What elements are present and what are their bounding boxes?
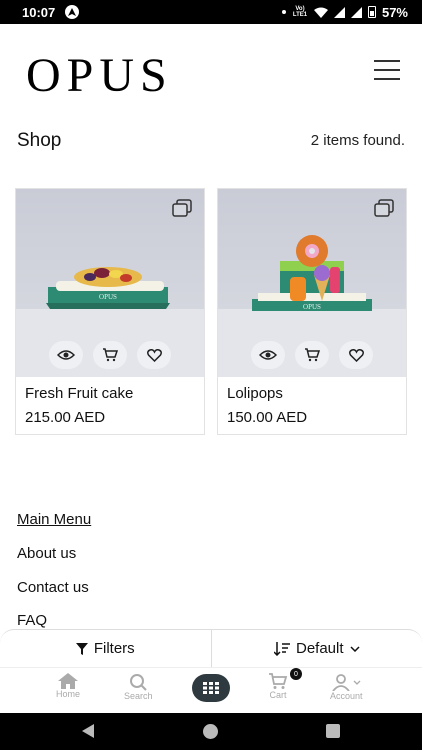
add-to-cart-button[interactable]: [93, 341, 127, 369]
nav-account[interactable]: Account: [330, 673, 363, 701]
filters-button[interactable]: Filters: [0, 630, 211, 667]
grid-icon: [203, 682, 219, 694]
cart-count-badge: 0: [290, 668, 302, 680]
volte-label: Vo) LTE1: [292, 6, 308, 18]
status-time: 10:07: [22, 4, 56, 20]
nav-account-label: Account: [330, 691, 363, 701]
nav-search[interactable]: Search: [124, 673, 153, 701]
back-icon[interactable]: [82, 724, 94, 738]
product-image[interactable]: OPUS: [16, 189, 204, 377]
eye-icon: [259, 350, 277, 360]
cart-icon: [103, 348, 118, 362]
signal-icon: [333, 6, 345, 18]
recent-apps-icon[interactable]: [326, 724, 340, 738]
sort-dropdown[interactable]: Default: [210, 630, 422, 667]
product-name[interactable]: Lolipops: [227, 385, 283, 402]
sort-icon: [273, 641, 290, 656]
signal-icon-2: [350, 6, 362, 18]
battery-percent: 57%: [381, 4, 408, 20]
heart-icon: [146, 348, 162, 362]
status-bar: 10:07 Vo) LTE1 57%: [0, 0, 422, 24]
main-menu-heading[interactable]: Main Menu: [17, 511, 91, 528]
filter-icon: [75, 642, 88, 655]
hamburger-icon[interactable]: [374, 60, 400, 80]
wishlist-button[interactable]: [137, 341, 171, 369]
product-price: 215.00 AED: [25, 409, 106, 426]
product-card[interactable]: OPUS Fresh Fruit cake 215.00 AED: [15, 188, 205, 435]
heart-icon: [348, 348, 364, 362]
eye-icon: [57, 350, 75, 360]
cart-icon: [305, 348, 320, 362]
chevron-down-icon: [349, 645, 360, 652]
compare-icon[interactable]: [172, 199, 192, 217]
nav-cart-label: Cart: [269, 690, 287, 700]
cart-icon: [269, 673, 288, 689]
dot-icon: [281, 10, 286, 14]
product-price: 150.00 AED: [227, 409, 308, 426]
menu-link-about[interactable]: About us: [17, 545, 76, 562]
menu-link-contact[interactable]: Contact us: [17, 579, 89, 596]
home-icon: [58, 673, 78, 689]
menu-link-faq[interactable]: FAQ: [17, 612, 47, 629]
quick-view-button[interactable]: [251, 341, 285, 369]
chevron-down-icon: [353, 680, 361, 685]
nav-search-label: Search: [124, 691, 153, 701]
search-icon: [130, 674, 147, 691]
box-label: OPUS: [303, 303, 321, 311]
box-label: OPUS: [99, 293, 117, 301]
nav-home-label: Home: [56, 689, 81, 699]
nav-cart[interactable]: 0 Cart: [268, 668, 302, 700]
wishlist-button[interactable]: [339, 341, 373, 369]
bottom-navigation: Home Search 0 Cart Account: [0, 667, 422, 713]
battery-icon: [367, 6, 376, 18]
navigation-arrow-icon: [65, 5, 80, 19]
home-button-icon[interactable]: [203, 724, 218, 739]
opus-logo[interactable]: OPUS: [26, 50, 173, 102]
nav-categories-button[interactable]: [192, 674, 230, 702]
page-title: Shop: [17, 130, 62, 151]
product-image[interactable]: OPUS: [218, 189, 406, 377]
items-count: 2 items found.: [310, 132, 405, 149]
product-card[interactable]: OPUS Lolipops 150.00 AED: [217, 188, 407, 435]
wifi-icon: [313, 7, 328, 18]
compare-icon[interactable]: [374, 199, 394, 217]
product-name[interactable]: Fresh Fruit cake: [25, 385, 133, 402]
account-icon: [332, 674, 350, 691]
nav-home[interactable]: Home: [56, 673, 80, 699]
filters-label: Filters: [93, 640, 135, 657]
add-to-cart-button[interactable]: [295, 341, 329, 369]
filter-sort-bar: Filters Default: [0, 629, 422, 667]
system-navigation-bar: [0, 713, 422, 750]
quick-view-button[interactable]: [49, 341, 83, 369]
sort-label: Default: [295, 640, 344, 657]
